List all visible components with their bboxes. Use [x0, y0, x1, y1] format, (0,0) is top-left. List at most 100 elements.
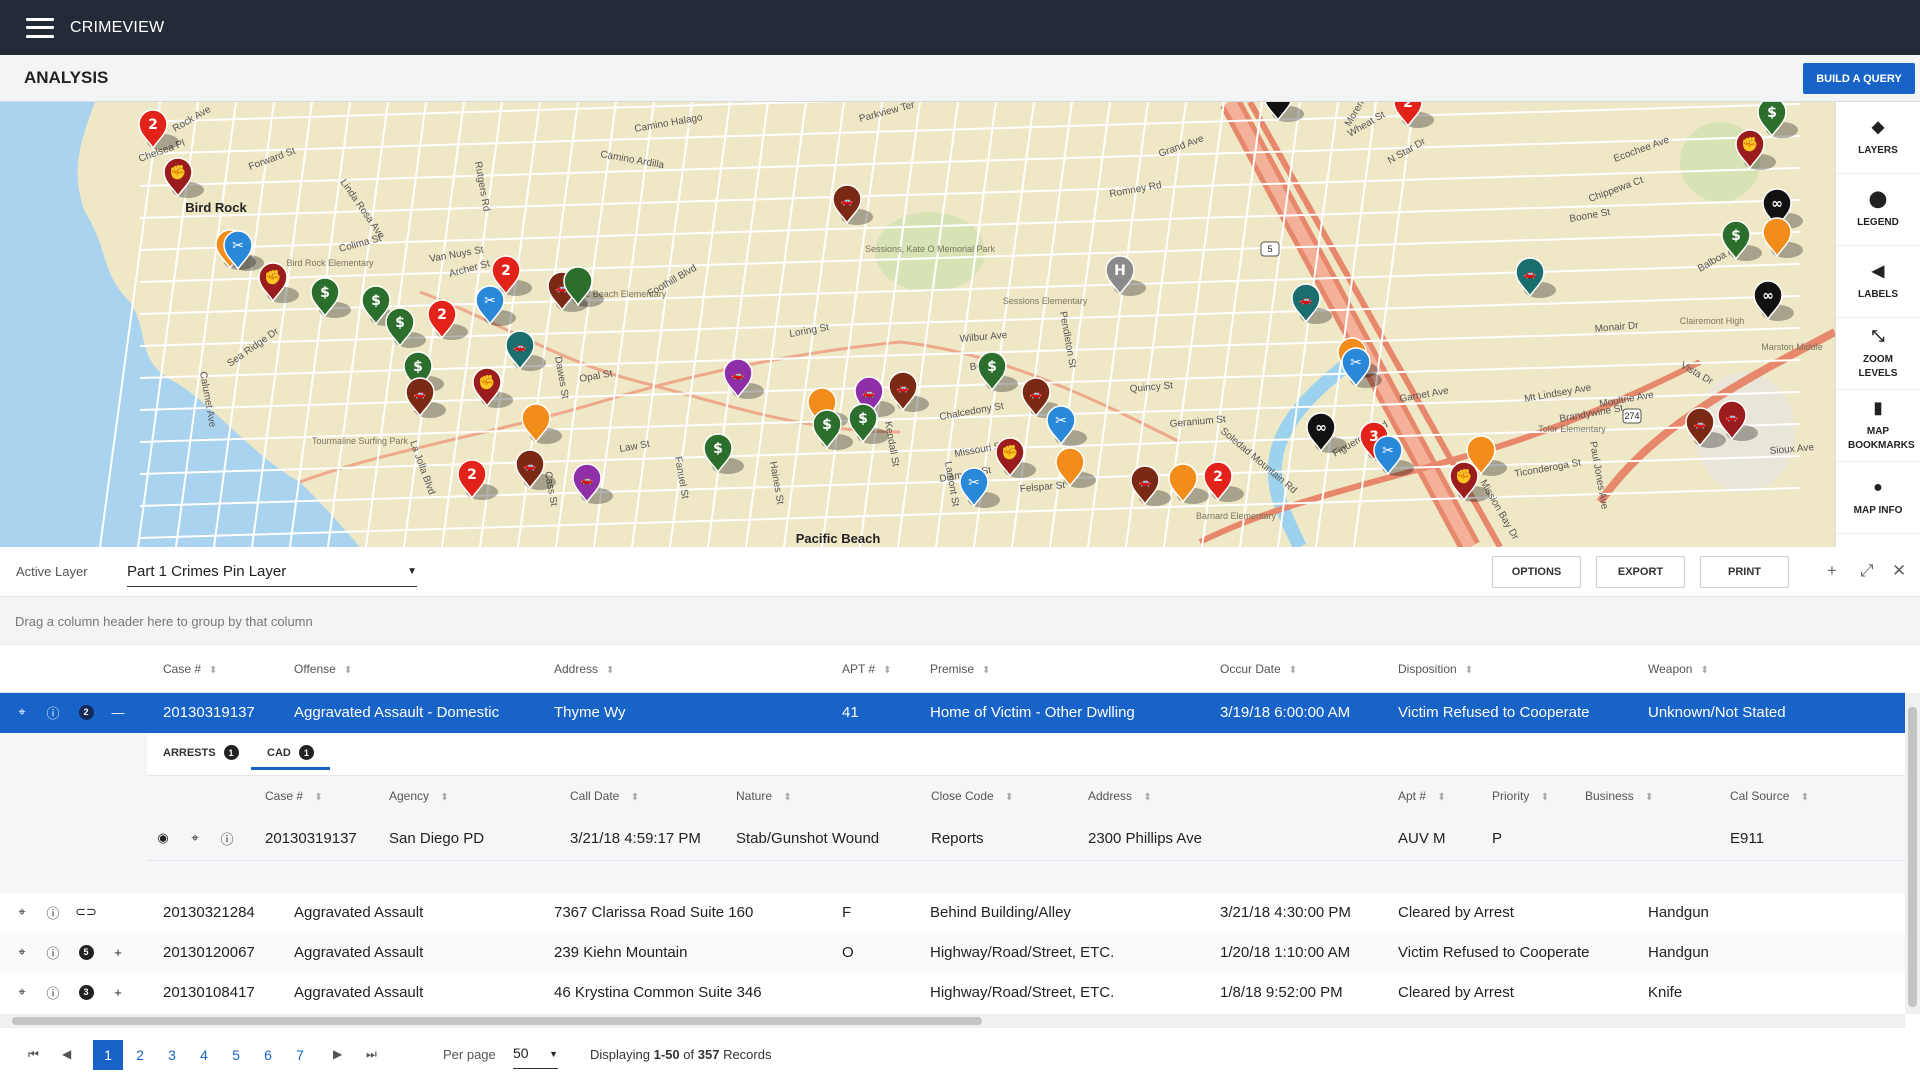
table-row[interactable]: ⌖ ⓘ 3 + 20130108417 Aggravated Assault 4…	[0, 973, 1905, 1013]
map-canvas[interactable]: Bird Rock Pacific Beach Sessions, Kate O M…	[0, 102, 1835, 547]
crime-pin[interactable]	[521, 403, 562, 444]
crime-pin[interactable]: ✊	[472, 367, 513, 408]
crime-pin[interactable]	[1168, 463, 1209, 504]
active-layer-select[interactable]: Part 1 Crimes Pin Layer ▼	[127, 557, 417, 587]
expand-icon[interactable]: +	[110, 984, 126, 1000]
column-header[interactable]: Address ⬍	[1088, 789, 1152, 803]
crime-pin[interactable]: $	[703, 433, 744, 474]
column-header[interactable]: Agency ⬍	[389, 789, 449, 803]
column-header[interactable]: Priority ⬍	[1492, 789, 1549, 803]
zoom-to-icon[interactable]: ⌖	[14, 944, 30, 960]
group-by-bar[interactable]: Drag a column header here to group by th…	[0, 597, 1920, 645]
crime-pin[interactable]: $	[385, 307, 426, 348]
next-page-icon[interactable]: ▶	[333, 1047, 342, 1061]
expand-icon[interactable]: +	[110, 944, 126, 960]
page-5[interactable]: 5	[221, 1040, 251, 1070]
zoom-to-icon[interactable]: ⌖	[187, 830, 203, 846]
page-2[interactable]: 2	[125, 1040, 155, 1070]
crime-pin[interactable]: ✊	[163, 157, 204, 198]
column-header[interactable]: Address ⬍	[554, 662, 614, 676]
zoom-to-icon[interactable]: ⌖	[14, 904, 30, 920]
crime-pin[interactable]: 🚗	[505, 330, 546, 371]
crime-pin[interactable]: $	[977, 351, 1018, 392]
table-row[interactable]: ⌖ ⓘ 5 + 20130120067 Aggravated Assault 2…	[0, 933, 1905, 973]
column-header[interactable]: Apt # ⬍	[1398, 789, 1446, 803]
crime-pin[interactable]: 🚗	[572, 463, 613, 504]
crime-pin[interactable]: ✂	[959, 467, 1000, 508]
map-info-tool[interactable]: ● MAP INFO	[1836, 462, 1920, 534]
tab-cad[interactable]: CAD 1	[251, 745, 330, 770]
first-page-icon[interactable]: ⏮	[28, 1047, 39, 1062]
column-header[interactable]: Premise ⬍	[930, 662, 990, 676]
map-view[interactable]: Bird Rock Pacific Beach Sessions, Kate O M…	[0, 102, 1835, 547]
expand-window-icon[interactable]: ⤢	[1860, 561, 1874, 581]
zoom-to-icon[interactable]: ⌖	[14, 704, 30, 720]
crime-pin[interactable]: ✂	[1046, 405, 1087, 446]
column-header[interactable]: Business ⬍	[1585, 789, 1653, 803]
menu-icon[interactable]	[22, 16, 58, 40]
info-icon[interactable]: ⓘ	[45, 984, 61, 1001]
close-icon[interactable]: ✕	[1892, 561, 1906, 581]
column-header[interactable]: Close Code ⬍	[931, 789, 1013, 803]
crime-pin[interactable]: ∞	[1753, 280, 1794, 321]
link-icon[interactable]: ⊂⊃	[75, 904, 97, 920]
info-icon[interactable]: ⓘ	[45, 944, 61, 961]
crime-pin[interactable]: ✊	[995, 437, 1036, 478]
info-icon[interactable]: ⓘ	[45, 904, 61, 921]
map-bookmarks-tool[interactable]: ▮ MAP BOOKMARKS	[1836, 390, 1920, 462]
info-icon[interactable]: ⓘ	[219, 830, 235, 847]
column-header[interactable]: Weapon ⬍	[1648, 662, 1709, 676]
add-icon[interactable]: +	[1827, 561, 1837, 581]
crime-pin[interactable]: 🚗	[888, 371, 929, 412]
column-header[interactable]: Occur Date ⬍	[1220, 662, 1297, 676]
scroll-thumb[interactable]	[12, 1017, 982, 1025]
page-3[interactable]: 3	[157, 1040, 187, 1070]
detail-table-row[interactable]: ◉ ⌖ ⓘ 20130319137 San Diego PD 3/21/18 4…	[147, 816, 1905, 861]
page-7[interactable]: 7	[285, 1040, 315, 1070]
column-header[interactable]: Case # ⬍	[163, 662, 217, 676]
crime-pin[interactable]: 🚗	[832, 184, 873, 225]
vertical-scrollbar[interactable]	[1905, 693, 1920, 1014]
page-1[interactable]: 1	[93, 1040, 123, 1070]
crime-pin[interactable]: 🚗	[1130, 465, 1171, 506]
crime-pin[interactable]: $	[310, 277, 351, 318]
build-query-button[interactable]: BUILD A QUERY	[1803, 63, 1915, 94]
page-4[interactable]: 4	[189, 1040, 219, 1070]
collapse-icon[interactable]: —	[110, 704, 126, 720]
zoom-to-icon[interactable]: ⌖	[14, 984, 30, 1000]
options-button[interactable]: OPTIONS	[1492, 556, 1581, 588]
print-button[interactable]: PRINT	[1700, 556, 1789, 588]
table-row[interactable]: ⌖ ⓘ ⊂⊃ 20130321284 Aggravated Assault 73…	[0, 893, 1905, 933]
crime-pin[interactable]: 2	[1203, 461, 1244, 502]
column-header[interactable]: Call Date ⬍	[570, 789, 639, 803]
labels-tool[interactable]: ◀ LABELS	[1836, 246, 1920, 318]
column-header[interactable]: Disposition ⬍	[1398, 662, 1473, 676]
crime-pin[interactable]: 🚗	[515, 449, 556, 490]
crime-pin[interactable]: H	[1105, 255, 1146, 296]
column-header[interactable]: Case # ⬍	[265, 789, 323, 803]
crime-pin[interactable]: 2	[1393, 102, 1434, 128]
column-header[interactable]: Offense ⬍	[294, 662, 352, 676]
crime-pin[interactable]: ∞	[1306, 412, 1347, 453]
crime-pin[interactable]: 2	[427, 299, 468, 340]
crime-pin[interactable]: 2	[457, 459, 498, 500]
info-icon[interactable]: ⓘ	[45, 704, 61, 721]
page-6[interactable]: 6	[253, 1040, 283, 1070]
per-page-select[interactable]: 50 ▼	[513, 1041, 558, 1069]
legend-tool[interactable]: ⬤ LEGEND	[1836, 174, 1920, 246]
column-header[interactable]: Cal Source ⬍	[1730, 789, 1809, 803]
layers-tool[interactable]: ◆ LAYERS	[1836, 102, 1920, 174]
prev-page-icon[interactable]: ◀	[62, 1047, 71, 1061]
tab-arrests[interactable]: ARRESTS 1	[163, 745, 239, 760]
column-header[interactable]: APT # ⬍	[842, 662, 892, 676]
scroll-thumb[interactable]	[1908, 707, 1917, 1007]
zoom-levels-tool[interactable]: ⤡ ZOOM LEVELS	[1836, 318, 1920, 390]
eye-icon[interactable]: ◉	[155, 830, 171, 846]
crime-pin[interactable]: 🚗	[1515, 257, 1556, 298]
export-button[interactable]: EXPORT	[1596, 556, 1685, 588]
last-page-icon[interactable]: ⏭	[366, 1047, 377, 1062]
crime-pin[interactable]: $	[1757, 102, 1798, 138]
horizontal-scrollbar[interactable]	[0, 1014, 1905, 1028]
column-header[interactable]: Nature ⬍	[736, 789, 792, 803]
table-row-selected[interactable]: ⌖ ⓘ 2 — 20130319137 Aggravated Assault -…	[0, 693, 1905, 733]
